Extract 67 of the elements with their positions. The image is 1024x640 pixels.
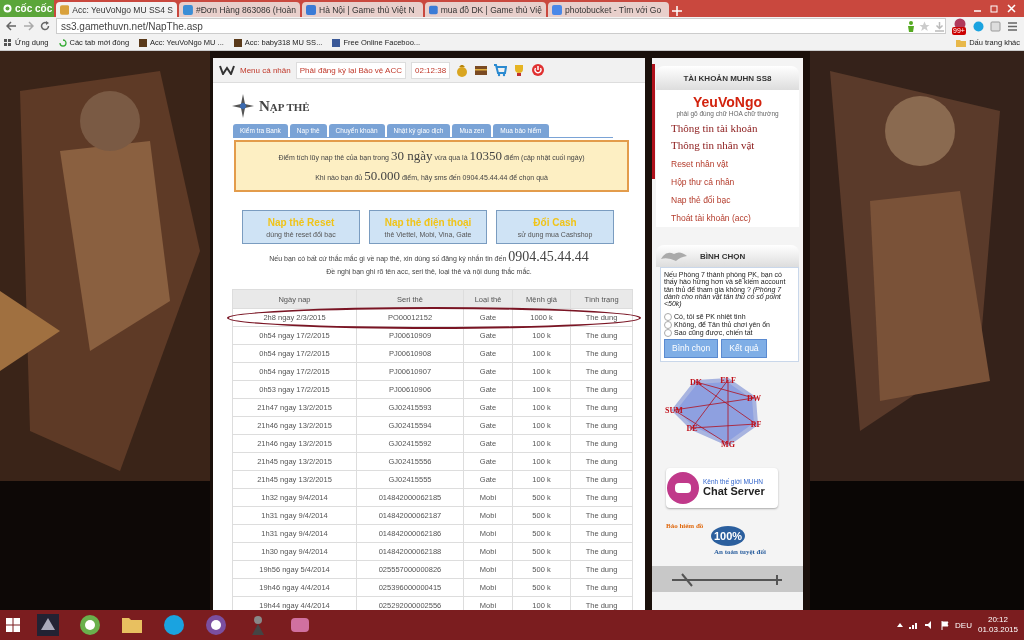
- radio-button[interactable]: [664, 320, 672, 329]
- w-logo-icon: [219, 65, 235, 75]
- folder-icon: [956, 38, 967, 47]
- account-link[interactable]: Nap thẻ đổi bạc: [671, 195, 799, 205]
- restore-icon[interactable]: [990, 4, 999, 13]
- page-icon: [332, 38, 341, 47]
- back-icon[interactable]: [6, 21, 17, 31]
- favicon-icon: [183, 4, 193, 15]
- flag-icon[interactable]: [941, 620, 950, 630]
- site-icon: [139, 38, 148, 47]
- site-icon: [233, 38, 242, 47]
- menu-icon[interactable]: [1007, 20, 1018, 32]
- reload-icon[interactable]: [40, 21, 50, 31]
- favicon-icon: [60, 4, 70, 15]
- radio-button[interactable]: [664, 328, 672, 337]
- apps-icon: [4, 38, 12, 47]
- forward-icon[interactable]: [23, 21, 34, 31]
- clock-text: 02:12:38: [411, 61, 451, 79]
- browser-tab[interactable]: Hà Nội | Game thủ Việt N: [302, 2, 423, 17]
- class-label: ELF: [720, 375, 736, 385]
- notice-link[interactable]: Phải đăng ký lại Bảo vệ ACC: [295, 61, 406, 79]
- power-icon[interactable]: [531, 63, 546, 77]
- browser-tab[interactable]: #Đơn Hàng 863086 (Hoàn: [179, 2, 300, 17]
- star-icon[interactable]: [919, 20, 930, 32]
- signal-icon[interactable]: [909, 621, 920, 629]
- download-icon[interactable]: [934, 20, 945, 32]
- panel-title: BÌNH CHỌN: [700, 251, 746, 261]
- class-label: SUM: [665, 405, 683, 415]
- clock[interactable]: 20:12 01.03.2015: [977, 615, 1018, 635]
- account-link[interactable]: Reset nhân vật: [671, 159, 799, 169]
- browser-tab[interactable]: mua đồ DK | Game thủ Việ: [425, 2, 546, 17]
- language-indicator[interactable]: DEU: [955, 620, 972, 630]
- class-label: DE: [686, 423, 698, 433]
- account-link[interactable]: Thông tin tài khoản: [671, 122, 799, 134]
- menu-link[interactable]: Menu cá nhân: [240, 65, 291, 75]
- account-link[interactable]: Hộp thư cá nhân: [671, 177, 799, 187]
- page-title: NẠP THẺ: [259, 97, 310, 115]
- windows-icon[interactable]: [6, 618, 20, 632]
- close-icon[interactable]: [1007, 4, 1016, 13]
- sword-banner-icon: [652, 565, 803, 592]
- class-label: RF: [750, 419, 762, 429]
- favicon-icon: [429, 4, 438, 15]
- cart-icon[interactable]: [493, 63, 508, 77]
- coin-bag-icon[interactable]: [455, 63, 470, 77]
- chat-bubble-icon: [666, 470, 700, 505]
- new-tab-icon[interactable]: [671, 5, 683, 17]
- address-field[interactable]: ss3.gamethuvn.net/NapThe.asp: [56, 18, 946, 34]
- browser-tab[interactable]: photobucket - Tìm với Go: [548, 2, 669, 17]
- chest-icon[interactable]: [474, 63, 489, 77]
- account-link[interactable]: Thông tin nhân vật: [671, 139, 799, 151]
- panel-title: TÀI KHOẢN MUHN SS8: [683, 73, 772, 83]
- extension-icon[interactable]: [990, 20, 1001, 32]
- shuriken-icon: [231, 93, 255, 119]
- class-label: DK: [690, 377, 702, 387]
- history-icon: [58, 38, 67, 47]
- browser-tab[interactable]: Acc: YeuVoNgo MU SS4 S: [56, 2, 177, 17]
- caret-icon[interactable]: [897, 622, 904, 628]
- account-link[interactable]: Thoát tài khoản (acc): [671, 213, 799, 223]
- figure-icon[interactable]: [907, 20, 915, 32]
- percent-seal: 100%: [711, 525, 746, 546]
- class-label: MG: [721, 439, 735, 449]
- radio-button[interactable]: [664, 312, 672, 321]
- favicon-icon: [306, 4, 316, 15]
- chat-title: Chat Server: [703, 485, 765, 498]
- class-label: DW: [747, 393, 761, 403]
- favicon-icon: [552, 4, 562, 15]
- username: YeuVoNgo: [692, 94, 763, 110]
